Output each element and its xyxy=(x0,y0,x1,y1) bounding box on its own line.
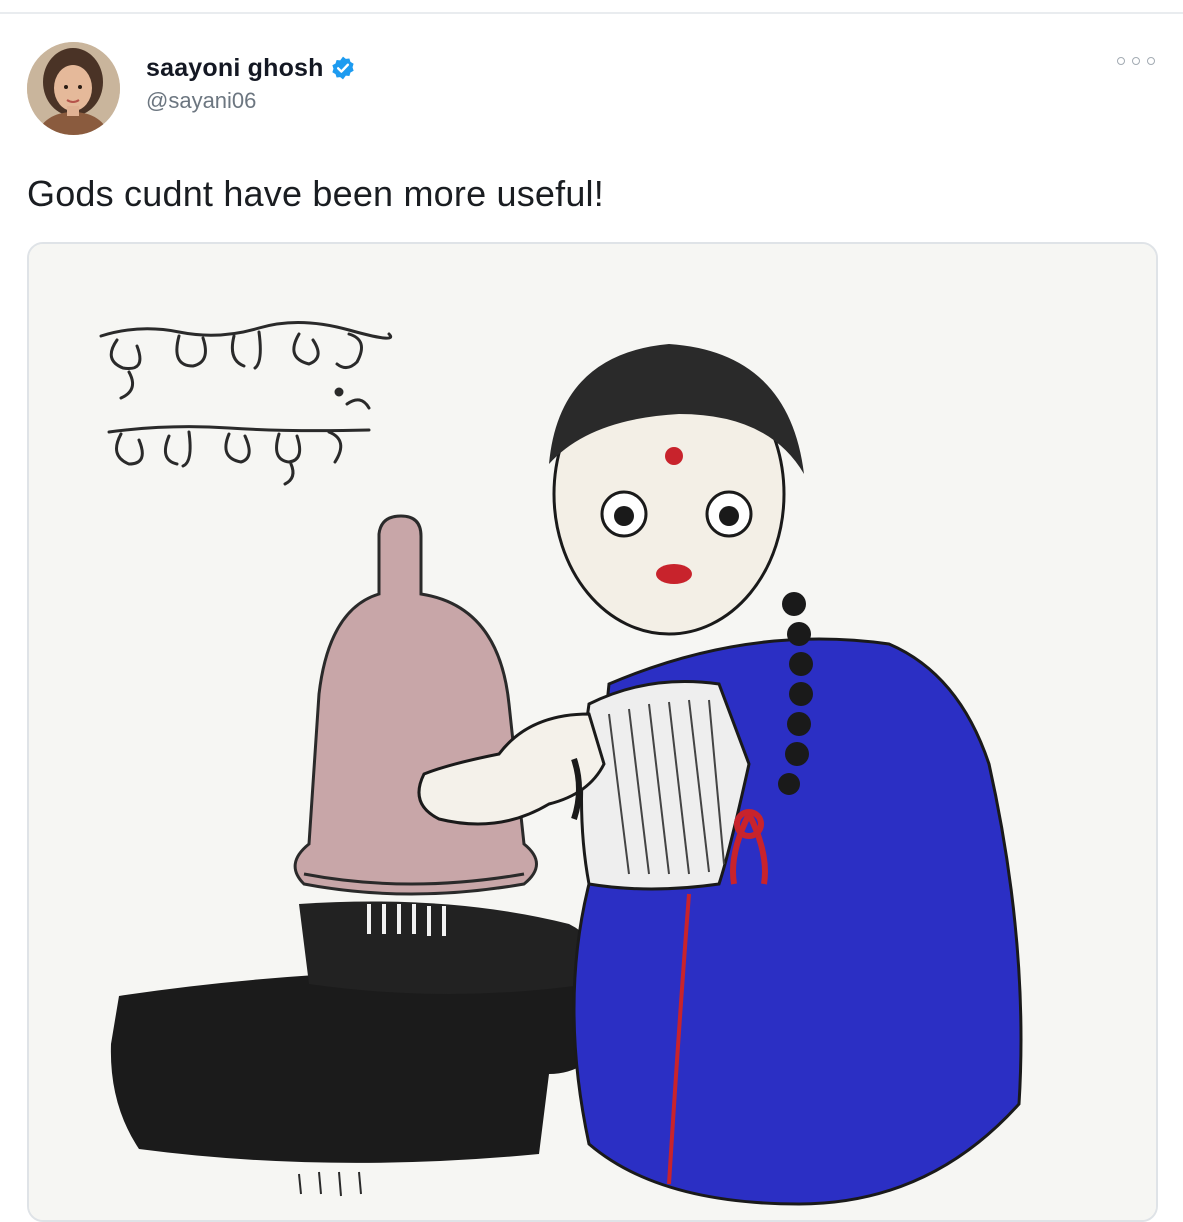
cartoon-illustration xyxy=(29,244,1156,1220)
user-handle[interactable]: @sayani06 xyxy=(146,88,256,114)
tweet-media-image[interactable] xyxy=(27,242,1158,1222)
more-options-icon[interactable] xyxy=(1117,50,1155,72)
top-divider xyxy=(0,12,1183,14)
tweet-text: Gods cudnt have been more useful! xyxy=(27,173,604,214)
verified-badge-icon xyxy=(332,56,354,80)
display-name[interactable]: saayoni ghosh xyxy=(146,54,324,83)
avatar[interactable] xyxy=(27,42,120,135)
